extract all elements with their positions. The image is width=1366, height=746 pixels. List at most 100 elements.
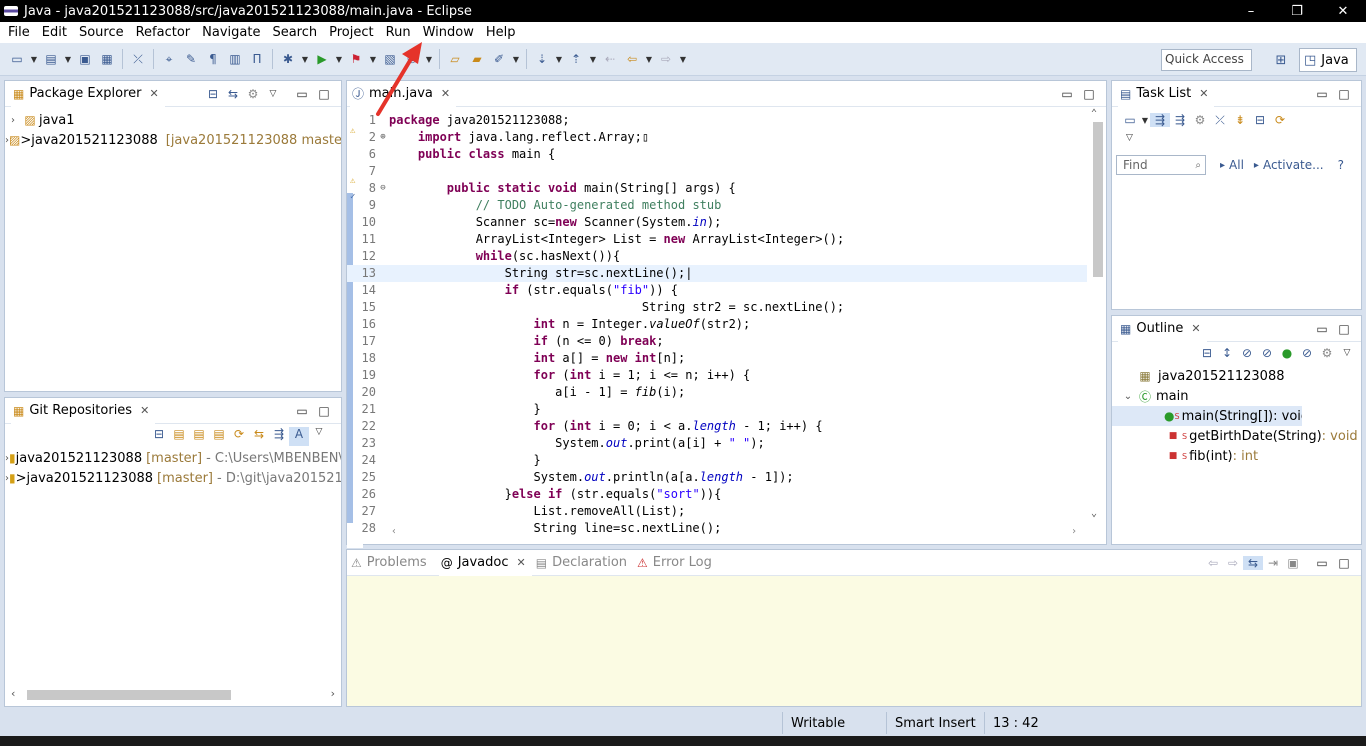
maximize-icon[interactable]: □ [313,404,335,418]
maximize-icon[interactable]: □ [1078,87,1100,101]
menu-edit[interactable]: Edit [36,22,73,43]
code-line[interactable]: 13 String str=sc.nextLine();| [347,265,1087,282]
tree-item[interactable]: › ▨ java1 [5,110,341,130]
code-line[interactable]: 23 System.out.print(a[i] + " "); [347,435,1087,452]
outline-item[interactable]: ■ S fib(int) : int [1112,446,1361,466]
open-attached-icon[interactable]: ⇥ [1263,556,1283,570]
fold-toggle-icon[interactable]: ⊖ [377,180,389,197]
save-icon[interactable]: ▣ [74,48,96,70]
all-link[interactable]: All [1229,158,1244,172]
prev-annotation-icon[interactable]: ⇡ [565,48,587,70]
code-line[interactable]: 26 }else if (str.equals("sort")){ [347,486,1087,503]
view-menu-icon[interactable]: ▽ [263,89,283,99]
refresh-icon[interactable]: ⟳ [229,427,249,446]
sync-changed-icon[interactable]: ⟳ [1270,113,1290,127]
open-task-icon[interactable]: ▰ [466,48,488,70]
fold-toggle-icon[interactable]: ⊕ [377,129,389,146]
code-line[interactable]: 7 [347,163,1087,180]
tab-javadoc[interactable]: @ Javadoc ✕ [438,549,532,576]
code-line[interactable]: 15 String str2 = sc.nextLine(); [347,299,1087,316]
outline-item-selected[interactable]: ● S main(String[]) : void [1112,406,1302,426]
scroll-right-icon[interactable]: › [331,687,335,700]
show-paragraph-icon[interactable]: Π [246,48,268,70]
debug-icon[interactable]: ✱ [277,48,299,70]
menu-search[interactable]: Search [266,22,323,43]
quick-access-input[interactable]: Quick Access [1161,49,1252,71]
back-icon[interactable]: ⇦ [1203,556,1223,570]
open-external-icon[interactable]: ▣ [1283,556,1303,570]
add-repo-icon[interactable]: ▤ [169,427,189,446]
scroll-thumb[interactable] [27,690,231,700]
code-line[interactable]: 12 while(sc.hasNext()){ [347,248,1087,265]
close-icon[interactable]: ✕ [441,87,450,100]
open-type-icon[interactable]: ⌖ [158,48,180,70]
tab-outline[interactable]: ▦ Outline ✕ [1118,315,1207,342]
code-line[interactable]: 22 for (int i = 0; i < a.length - 1; i++… [347,418,1087,435]
repo-item[interactable]: › ▮ java201521123088 [master] - C:\Users… [5,448,341,468]
menu-file[interactable]: File [2,22,36,43]
show-whitespace-icon[interactable]: ¶ [202,48,224,70]
filter-icon[interactable]: A [289,427,309,446]
menu-refactor[interactable]: Refactor [130,22,197,43]
view-menu-icon[interactable]: ▽ [309,427,329,446]
collapse-all-icon[interactable]: ⊟ [149,427,169,446]
run-icon[interactable]: ▶ [311,48,333,70]
minimize-icon[interactable]: ▭ [1311,556,1333,570]
code-line[interactable]: 8 ⊖ public static void main(String[] args… [347,180,1087,197]
scroll-left-icon[interactable]: ‹ [391,526,397,537]
tab-error-log[interactable]: ⚠ Error Log [635,550,718,576]
menu-help[interactable]: Help [480,22,522,43]
minimize-icon[interactable]: ▭ [291,404,313,418]
forward-dropdown-icon[interactable]: ▼ [677,48,689,70]
tab-git-repositories[interactable]: ▦ Git Repositories ✕ [11,397,156,424]
close-icon[interactable]: ✕ [517,556,526,569]
code-line[interactable]: 11 ArrayList<Integer> List = new ArrayLi… [347,231,1087,248]
outline-item[interactable]: ■ S getBirthDate(String) : void [1112,426,1361,446]
code-line[interactable]: 10 Scanner sc=new Scanner(System.in); [347,214,1087,231]
next-annotation-icon[interactable]: ⇣ [531,48,553,70]
last-edit-icon[interactable]: ⇠ [599,48,621,70]
outline-item[interactable]: ⌄ Ⓒ main [1112,386,1361,406]
forward-icon[interactable]: ⇨ [1223,556,1243,570]
minimize-button[interactable]: – [1228,0,1274,22]
code-line[interactable]: 14 if (str.equals("fib")) { [347,282,1087,299]
sort-icon[interactable]: ↕ [1217,346,1237,360]
hide-static-icon[interactable]: ⊘ [1257,346,1277,360]
help-icon[interactable]: ? [1338,158,1344,172]
link-selection-icon[interactable]: ⇆ [1243,555,1263,570]
external-tools-icon[interactable]: ⚑ [345,48,367,70]
maximize-icon[interactable]: □ [1333,556,1355,570]
code-line[interactable]: 20 a[i - 1] = fib(i); [347,384,1087,401]
search-icon[interactable]: ✐ [488,48,510,70]
scroll-left-icon[interactable]: ‹ [11,687,15,700]
scroll-up-icon[interactable]: ⌃ [1091,108,1097,119]
categorized-icon[interactable]: ⇶ [1150,113,1170,127]
clone-repo-icon[interactable]: ▤ [189,427,209,446]
code-line[interactable]: 17 if (n <= 0) break; [347,333,1087,350]
code-line[interactable]: 27 List.removeAll(List); [347,503,1087,520]
activate-link[interactable]: Activate... [1263,158,1324,172]
maximize-icon[interactable]: □ [313,87,335,101]
tab-task-list[interactable]: ▤ Task List ✕ [1118,80,1215,107]
minimize-icon[interactable]: ▭ [291,87,313,101]
minimize-icon[interactable]: ▭ [1311,322,1333,336]
next-annotation-dropdown-icon[interactable]: ▼ [553,48,565,70]
view-menu-icon[interactable]: ▽ [1337,348,1357,358]
sync-icon[interactable]: ⚙ [1190,113,1210,127]
save-all-icon[interactable]: ▦ [96,48,118,70]
horizontal-scrollbar[interactable]: ‹ › [377,526,1077,540]
link-selection-icon[interactable]: ⇆ [249,427,269,446]
code-line[interactable]: 21 } [347,401,1087,418]
close-icon[interactable]: ✕ [150,87,159,100]
run-dropdown-icon[interactable]: ▼ [333,48,345,70]
new-file-dropdown-icon[interactable]: ▼ [62,48,74,70]
code-line[interactable]: 18 int a[] = new int[n]; [347,350,1087,367]
filter-icon[interactable]: ⚙ [243,87,263,101]
new-file-icon[interactable]: ▤ [40,48,62,70]
code-line[interactable]: 25 System.out.println(a[a.length - 1]); [347,469,1087,486]
horizontal-scrollbar[interactable]: ‹ › [9,687,337,702]
code-line[interactable]: 6 public class main { [347,146,1087,163]
new-task-icon[interactable]: ▭ [1120,113,1140,127]
scheduled-icon[interactable]: ⇶ [1170,113,1190,127]
scroll-down-icon[interactable]: ⌄ [1091,508,1097,519]
